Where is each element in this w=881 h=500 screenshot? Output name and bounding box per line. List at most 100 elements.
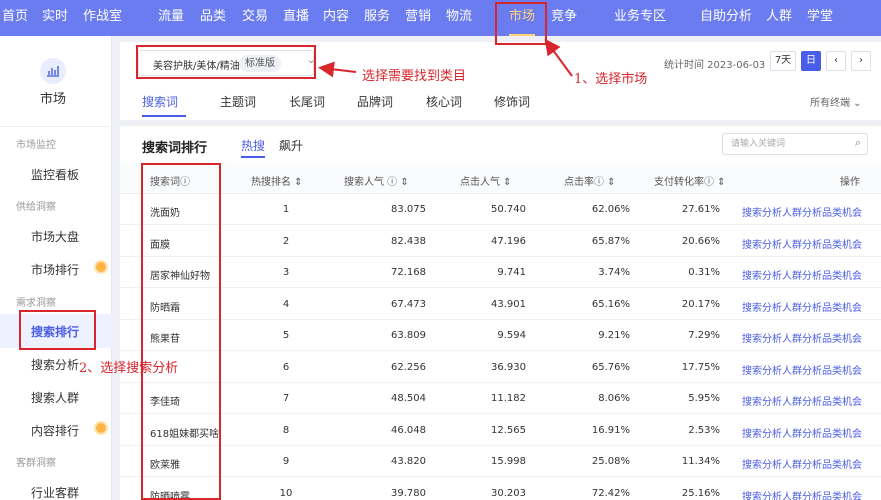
new-badge-icon: [94, 421, 108, 435]
sidebar-item-industry-crowd[interactable]: 行业客群: [31, 484, 79, 500]
table-row: 李佳琦 7 48.504 11.182 8.06% 5.95% 搜索分析 人群分析 品类机会: [120, 383, 881, 414]
nav-school[interactable]: 学堂: [807, 0, 833, 36]
tab-brand-term[interactable]: 品牌词: [357, 93, 393, 110]
nav-trade[interactable]: 交易: [242, 0, 268, 36]
tab-rising[interactable]: 飙升: [279, 137, 303, 154]
tab-core-term[interactable]: 核心词: [426, 93, 462, 110]
nav-business-zone[interactable]: 业务专区: [614, 0, 666, 36]
next-date-button[interactable]: ›: [851, 51, 871, 71]
cell-hot-rank: 3: [282, 267, 290, 278]
action-crowd-analysis[interactable]: 人群分析: [782, 456, 822, 471]
action-crowd-analysis[interactable]: 人群分析: [782, 425, 822, 440]
action-category-opportunity[interactable]: 品类机会: [822, 488, 862, 500]
action-search-analysis[interactable]: 搜索分析: [742, 204, 782, 219]
cell-search-popularity: 72.168: [391, 267, 426, 278]
range-7d-button[interactable]: 7天: [770, 51, 796, 71]
terminal-select[interactable]: 所有终端 ⌄: [810, 94, 862, 109]
tab-theme-term[interactable]: 主题词: [220, 93, 256, 110]
nav-crowd[interactable]: 人群: [766, 0, 792, 36]
nav-content[interactable]: 内容: [323, 0, 349, 36]
cell-click-popularity: 11.182: [491, 393, 526, 404]
action-category-opportunity[interactable]: 品类机会: [822, 299, 862, 314]
col-click-popularity[interactable]: 点击人气 ⇕: [460, 173, 512, 188]
action-crowd-analysis[interactable]: 人群分析: [782, 362, 822, 377]
col-click-rate[interactable]: 点击率ⓘ ⇕: [564, 173, 616, 188]
action-category-opportunity[interactable]: 品类机会: [822, 393, 862, 408]
action-search-analysis[interactable]: 搜索分析: [742, 488, 782, 500]
cell-click-popularity: 47.196: [491, 235, 526, 247]
action-search-analysis[interactable]: 搜索分析: [742, 330, 782, 345]
chart-icon: [40, 58, 66, 84]
action-search-analysis[interactable]: 搜索分析: [742, 456, 782, 471]
action-search-analysis[interactable]: 搜索分析: [742, 267, 782, 282]
sidebar-item-content-ranking[interactable]: 内容排行: [31, 422, 79, 439]
tab-search-term[interactable]: 搜索词: [142, 93, 178, 110]
cell-click-rate: 25.08%: [591, 456, 630, 467]
action-crowd-analysis[interactable]: 人群分析: [782, 204, 822, 219]
sidebar-item-search-analysis[interactable]: 搜索分析: [31, 356, 79, 373]
table-row: 洗面奶 1 83.075 50.740 62.06% 27.61% 搜索分析 人群分析 品类机会: [120, 194, 881, 225]
col-search-popularity[interactable]: 搜索人气 ⓘ ⇕: [344, 173, 409, 188]
action-category-opportunity[interactable]: 品类机会: [822, 456, 862, 471]
cell-search-popularity: 63.809: [391, 330, 426, 341]
action-search-analysis[interactable]: 搜索分析: [742, 362, 782, 377]
table-row: 618姐妹都买啥 8 46.048 12.565 16.91% 2.53% 搜索分析 人群分析…: [120, 415, 881, 446]
nav-home[interactable]: 首页: [2, 0, 28, 36]
cell-click-rate: 3.74%: [598, 267, 630, 278]
nav-logistics[interactable]: 物流: [446, 0, 472, 36]
sidebar-item-monitor-board[interactable]: 监控看板: [31, 166, 79, 183]
action-category-opportunity[interactable]: 品类机会: [822, 425, 862, 440]
keyword-search-box: ⌕: [722, 133, 868, 155]
action-category-opportunity[interactable]: 品类机会: [822, 330, 862, 345]
table-row: 防晒霜 4 67.473 43.901 65.16% 20.17% 搜索分析 人群分析 品类机会: [120, 289, 881, 320]
action-crowd-analysis[interactable]: 人群分析: [782, 236, 822, 251]
top-navigation: 首页 实时 作战室 流量 品类 交易 直播 内容 服务 营销 物流 市场 竞争 …: [0, 0, 881, 36]
action-category-opportunity[interactable]: 品类机会: [822, 362, 862, 377]
cell-hot-rank: 7: [282, 393, 290, 404]
cell-conversion-rate: 20.17%: [681, 298, 720, 310]
action-category-opportunity[interactable]: 品类机会: [822, 204, 862, 219]
cell-click-rate: 9.21%: [598, 330, 630, 341]
action-crowd-analysis[interactable]: 人群分析: [782, 299, 822, 314]
nav-category[interactable]: 品类: [200, 0, 226, 36]
sidebar-item-market-overview[interactable]: 市场大盘: [31, 228, 79, 245]
tab-modifier-term[interactable]: 修饰词: [494, 93, 530, 110]
cell-search-popularity: 46.048: [391, 424, 426, 436]
nav-competition[interactable]: 竞争: [551, 0, 577, 36]
keyword-search-input[interactable]: [731, 137, 841, 151]
action-category-opportunity[interactable]: 品类机会: [822, 236, 862, 251]
action-search-analysis[interactable]: 搜索分析: [742, 236, 782, 251]
col-conversion-rate[interactable]: 支付转化率ⓘ ⇕: [654, 173, 726, 188]
prev-date-button[interactable]: ‹: [826, 51, 846, 71]
tab-long-tail[interactable]: 长尾词: [289, 93, 325, 110]
table-header: 搜索词ⓘ 热搜排名 ⇕ 搜索人气 ⓘ ⇕ 点击人气 ⇕ 点击率ⓘ ⇕ 支付转化率…: [120, 163, 881, 194]
col-hot-rank[interactable]: 热搜排名 ⇕: [251, 173, 303, 188]
action-crowd-analysis[interactable]: 人群分析: [782, 393, 822, 408]
tab-underline: [142, 115, 186, 117]
nav-realtime[interactable]: 实时: [42, 0, 68, 36]
cell-conversion-rate: 27.61%: [681, 204, 720, 215]
cell-search-popularity: 82.438: [391, 235, 426, 247]
nav-service[interactable]: 服务: [364, 0, 390, 36]
action-search-analysis[interactable]: 搜索分析: [742, 299, 782, 314]
cell-click-rate: 8.06%: [598, 393, 630, 404]
sidebar-item-search-crowd[interactable]: 搜索人群: [31, 389, 79, 406]
tab-hot-search[interactable]: 热搜: [241, 137, 265, 154]
cell-click-rate: 62.06%: [591, 204, 630, 215]
nav-war-room[interactable]: 作战室: [83, 0, 122, 36]
action-search-analysis[interactable]: 搜索分析: [742, 393, 782, 408]
ranking-title: 搜索词排行: [142, 141, 208, 156]
action-search-analysis[interactable]: 搜索分析: [742, 425, 782, 440]
action-crowd-analysis[interactable]: 人群分析: [782, 488, 822, 500]
annotation-step2: 2、选择搜索分析: [79, 361, 179, 376]
search-icon[interactable]: ⌕: [855, 136, 861, 150]
sidebar-item-market-ranking[interactable]: 市场排行: [31, 261, 79, 278]
nav-traffic[interactable]: 流量: [158, 0, 184, 36]
nav-self-analysis[interactable]: 自助分析: [700, 0, 752, 36]
action-category-opportunity[interactable]: 品类机会: [822, 267, 862, 282]
range-day-button[interactable]: 日: [801, 51, 821, 71]
action-crowd-analysis[interactable]: 人群分析: [782, 267, 822, 282]
action-crowd-analysis[interactable]: 人群分析: [782, 330, 822, 345]
nav-live[interactable]: 直播: [283, 0, 309, 36]
nav-marketing[interactable]: 营销: [405, 0, 431, 36]
